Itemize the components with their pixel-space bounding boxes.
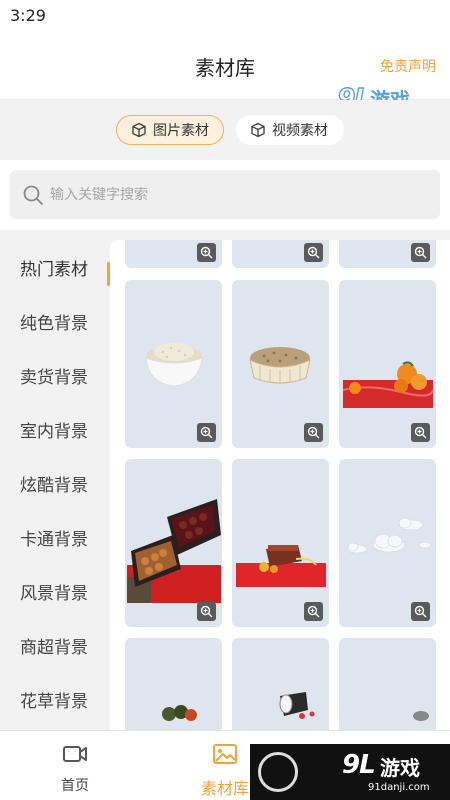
rice-bowl-image [145, 343, 203, 387]
material-tile-clouds[interactable] [339, 459, 436, 627]
category-label: 花草背景 [20, 691, 88, 712]
zoom-icon[interactable] [304, 423, 323, 442]
category-label: 商超背景 [20, 637, 88, 658]
cake-image [236, 545, 326, 587]
cube-icon [132, 122, 146, 138]
tab-image-material[interactable]: 图片素材 [116, 115, 224, 145]
material-tile-rice-bowl[interactable] [125, 280, 222, 448]
zoom-icon[interactable] [197, 423, 216, 442]
category-sidebar: 热门素材 纯色背景 卖货背景 室内背景 炫酷背景 卡通背景 风景背景 商超背景 … [0, 232, 110, 730]
disclaimer-link[interactable]: 免责声明 [380, 56, 436, 76]
watermark-circle [258, 752, 298, 792]
zoom-icon[interactable] [197, 602, 216, 621]
status-bar: 3:29 [0, 0, 450, 32]
app-screen: 3:29 素材库 免责声明 9L游戏 91danji.com 图片素材 视频素材… [0, 0, 450, 800]
oranges-image [342, 361, 434, 408]
category-cool[interactable]: 炫酷背景 [0, 456, 110, 510]
material-tile-partial[interactable] [339, 638, 436, 730]
zoom-icon[interactable] [304, 243, 323, 262]
category-supermarket[interactable]: 商超背景 [0, 618, 110, 672]
category-label: 热门素材 [20, 259, 88, 280]
category-label: 室内背景 [20, 421, 88, 442]
material-tile-oranges[interactable] [339, 280, 436, 448]
category-selling[interactable]: 卖货背景 [0, 348, 110, 402]
category-label: 炫酷背景 [20, 475, 88, 496]
material-grid [110, 240, 450, 730]
material-tile-cup[interactable] [232, 638, 329, 730]
nav-home[interactable]: 首页 [0, 731, 150, 800]
clouds-image [346, 517, 432, 554]
video-camera-icon [63, 746, 87, 762]
dried-fruit-image [127, 499, 221, 603]
cup-image [279, 692, 315, 719]
material-tile[interactable] [232, 240, 329, 268]
search-box[interactable] [10, 170, 440, 219]
image-icon [213, 744, 237, 764]
search-input[interactable] [50, 186, 410, 203]
watermark-banner-mark: 9L [342, 750, 376, 780]
category-cartoon[interactable]: 卡通背景 [0, 510, 110, 564]
material-tile[interactable] [339, 240, 436, 268]
zoom-icon[interactable] [411, 602, 430, 621]
zoom-icon[interactable] [197, 243, 216, 262]
category-label: 纯色背景 [20, 313, 88, 334]
material-tile-grain-basket[interactable] [232, 280, 329, 448]
category-flowers[interactable]: 花草背景 [0, 672, 110, 726]
grain-basket-image [249, 347, 311, 384]
watermark-banner-site: 91danji.com [368, 782, 430, 793]
zoom-icon[interactable] [411, 423, 430, 442]
vegetables-image [162, 705, 197, 721]
partial-image [413, 711, 429, 721]
material-tile[interactable] [125, 240, 222, 268]
nav-home-label: 首页 [61, 778, 89, 794]
search-area [0, 160, 450, 230]
material-type-switch: 图片素材 视频素材 [0, 100, 450, 160]
watermark-banner-text: 游戏 [380, 756, 420, 780]
category-solid-color[interactable]: 纯色背景 [0, 294, 110, 348]
search-icon [23, 185, 43, 205]
category-label: 卖货背景 [20, 367, 88, 388]
tab-video-material[interactable]: 视频素材 [236, 115, 344, 145]
zoom-icon[interactable] [304, 602, 323, 621]
zoom-icon[interactable] [411, 243, 430, 262]
material-tile-dried-fruit[interactable] [125, 459, 222, 627]
status-time: 3:29 [10, 6, 46, 25]
material-tile-cake[interactable] [232, 459, 329, 627]
tab-image-material-label: 图片素材 [153, 123, 209, 139]
tab-video-material-label: 视频素材 [272, 123, 328, 139]
category-label: 卡通背景 [20, 529, 88, 550]
category-indoor[interactable]: 室内背景 [0, 402, 110, 456]
category-hot[interactable]: 热门素材 [0, 240, 110, 294]
cube-icon [251, 122, 265, 138]
category-scenery[interactable]: 风景背景 [0, 564, 110, 618]
material-tile-vegetables[interactable] [125, 638, 222, 730]
category-label: 风景背景 [20, 583, 88, 604]
watermark-banner: 9L 游戏 91danji.com [250, 744, 450, 800]
